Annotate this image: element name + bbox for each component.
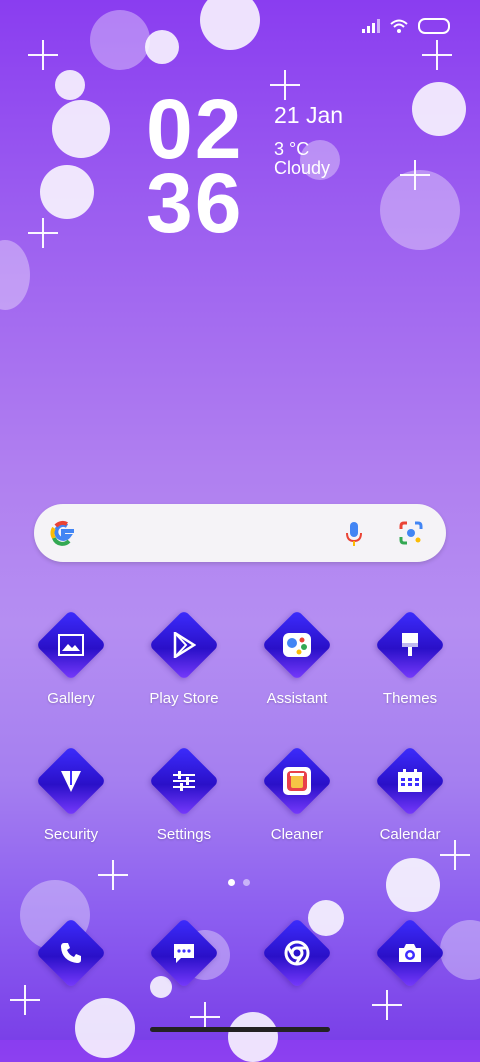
google-logo-icon [50,520,74,546]
clock-widget[interactable]: 02 36 [146,82,244,250]
phone-icon [61,943,81,963]
app-themes[interactable]: Themes [355,609,465,707]
mic-icon[interactable] [344,520,364,548]
assistant-icon [283,633,311,657]
gesture-home-bar[interactable] [150,1027,330,1032]
app-label: Security [43,826,99,843]
gallery-icon [58,634,84,656]
themes-icon [402,633,418,656]
play-store-icon [173,632,196,658]
weather-condition: Cloudy [274,158,331,178]
app-play-store[interactable]: Play Store [129,609,239,707]
battery-icon [418,18,450,34]
app-label: Gallery [47,690,95,707]
dock-camera[interactable] [355,917,465,989]
page-indicator [228,879,250,886]
app-label: Assistant [266,690,328,707]
app-label: Themes [382,690,438,707]
google-search-bar[interactable] [34,504,446,562]
weather-widget[interactable]: 3 °C Cloudy [274,140,330,178]
camera-icon [399,944,421,962]
dock-messages[interactable] [129,917,239,989]
app-security[interactable]: Security [16,745,126,843]
dock-chrome[interactable] [242,917,352,989]
calendar-icon [398,769,422,792]
lens-icon[interactable] [398,520,424,546]
chrome-icon [284,940,310,966]
app-settings[interactable]: Settings [129,745,239,843]
app-gallery[interactable]: Gallery [16,609,126,707]
clock-hours: 02 [146,82,244,176]
page-dot-active [228,879,235,886]
app-assistant[interactable]: Assistant [242,609,352,707]
signal-icon [362,19,380,33]
app-calendar[interactable]: Calendar [355,745,465,843]
settings-icon [173,771,195,791]
status-bar [362,18,450,34]
app-label: Cleaner [270,826,324,843]
security-icon [61,771,81,792]
app-label: Settings [156,826,212,843]
app-cleaner[interactable]: Cleaner [242,745,352,843]
dock-phone[interactable] [16,917,126,989]
app-label: Calendar [379,826,441,843]
wifi-icon [390,19,408,33]
weather-temp: 3 °C [274,139,310,159]
date-text[interactable]: 21 Jan [274,102,343,129]
app-label: Play Store [149,690,219,707]
cleaner-icon [283,767,311,795]
messages-icon [174,944,194,963]
page-dot [243,879,250,886]
clock-minutes: 36 [146,156,244,250]
